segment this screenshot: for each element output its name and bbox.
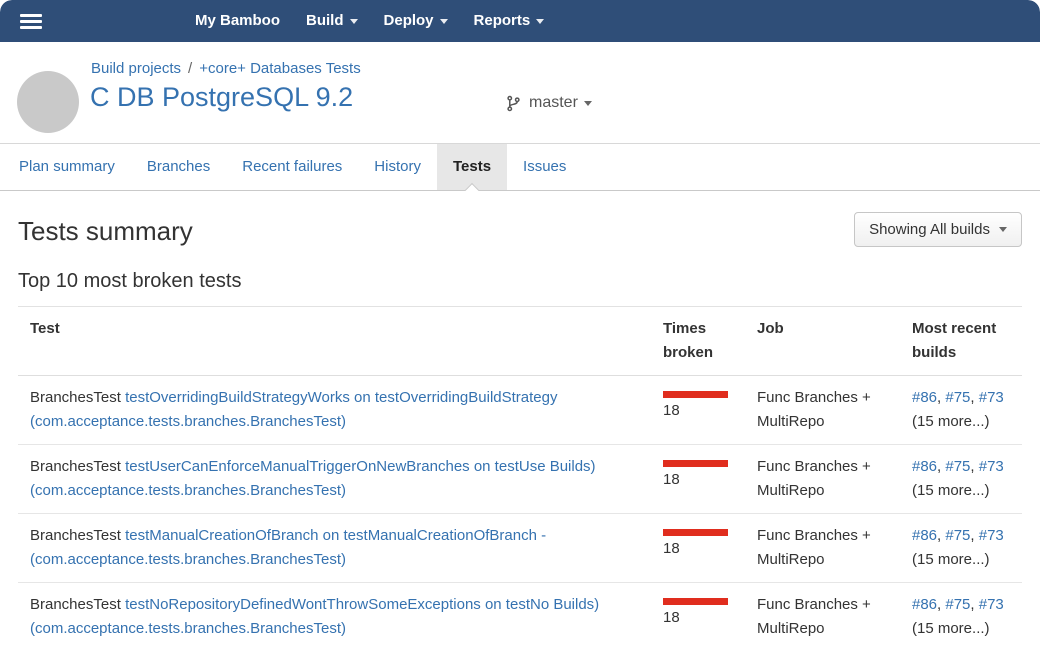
- build-link[interactable]: #86: [912, 389, 937, 406]
- more-builds-link[interactable]: (15 more...): [912, 551, 990, 568]
- test-class-name: BranchesTest: [30, 596, 121, 613]
- tab-label: Plan summary: [19, 158, 115, 175]
- build-link[interactable]: #86: [912, 596, 937, 613]
- times-broken-count: 18: [663, 606, 743, 630]
- nav-menu: My Bamboo Build Deploy Reports: [182, 0, 557, 42]
- breadcrumb-plan-link[interactable]: +core+ Databases Tests: [199, 60, 360, 77]
- times-broken-bar: [663, 529, 728, 536]
- column-header-test: Test: [30, 317, 663, 365]
- test-class-name: BranchesTest: [30, 527, 121, 544]
- chevron-down-icon: [999, 227, 1007, 232]
- nav-item-label: Reports: [474, 12, 531, 29]
- plan-avatar: [17, 71, 79, 133]
- column-header-job: Job: [757, 317, 912, 365]
- chevron-down-icon: [536, 19, 544, 24]
- table-row: BranchesTest testNoRepositoryDefinedWont…: [18, 583, 1022, 648]
- nav-item-reports[interactable]: Reports: [461, 0, 558, 42]
- build-link[interactable]: #75: [945, 596, 970, 613]
- nav-item-label: My Bamboo: [195, 12, 280, 29]
- table-row: BranchesTest testManualCreationOfBranch …: [18, 514, 1022, 583]
- tab-label: History: [374, 158, 421, 175]
- build-link-separator: ,: [970, 596, 978, 613]
- nav-item-deploy[interactable]: Deploy: [371, 0, 461, 42]
- table-header-row: Test Times broken Job Most recent builds: [18, 307, 1022, 376]
- tab-label: Recent failures: [242, 158, 342, 175]
- tab-label: Branches: [147, 158, 210, 175]
- branch-name: master: [529, 94, 578, 112]
- broken-tests-table: Test Times broken Job Most recent builds…: [18, 306, 1022, 648]
- tab-label: Tests: [453, 158, 491, 175]
- showing-builds-dropdown-button[interactable]: Showing All builds: [854, 212, 1022, 247]
- times-broken-count: 18: [663, 468, 743, 492]
- column-header-most-recent-builds: Most recent builds: [912, 317, 1022, 365]
- nav-item-my-bamboo[interactable]: My Bamboo: [182, 0, 293, 42]
- build-link-separator: ,: [970, 527, 978, 544]
- build-link[interactable]: #75: [945, 527, 970, 544]
- git-branch-icon: [505, 95, 522, 112]
- more-builds-link[interactable]: (15 more...): [912, 620, 990, 637]
- plan-tabs: Plan summary Branches Recent failures Hi…: [0, 143, 1040, 191]
- tab-issues[interactable]: Issues: [507, 144, 582, 190]
- build-link[interactable]: #75: [945, 389, 970, 406]
- build-link[interactable]: #73: [979, 596, 1004, 613]
- build-link[interactable]: #73: [979, 527, 1004, 544]
- job-name: Func Branches + MultiRepo: [757, 593, 912, 641]
- nav-item-label: Build: [306, 12, 344, 29]
- page-title: C DB PostgreSQL 9.2: [90, 82, 353, 113]
- breadcrumb-project-link[interactable]: Build projects: [91, 60, 181, 77]
- table-row: BranchesTest testUserCanEnforceManualTri…: [18, 445, 1022, 514]
- job-name: Func Branches + MultiRepo: [757, 386, 912, 434]
- chevron-down-icon: [584, 101, 592, 106]
- column-header-times-broken: Times broken: [663, 317, 757, 365]
- nav-item-label: Deploy: [384, 12, 434, 29]
- tab-branches[interactable]: Branches: [131, 144, 226, 190]
- breadcrumb: Build projects / +core+ Databases Tests: [91, 60, 361, 77]
- showing-builds-label: Showing All builds: [869, 221, 990, 238]
- build-link[interactable]: #86: [912, 458, 937, 475]
- times-broken-bar: [663, 598, 728, 605]
- job-name: Func Branches + MultiRepo: [757, 455, 912, 503]
- tab-label: Issues: [523, 158, 566, 175]
- build-link[interactable]: #75: [945, 458, 970, 475]
- times-broken-bar: [663, 391, 728, 398]
- times-broken-count: 18: [663, 399, 743, 423]
- tests-summary-content: Tests summary Showing All builds Top 10 …: [0, 212, 1040, 648]
- build-link[interactable]: #86: [912, 527, 937, 544]
- more-builds-link[interactable]: (15 more...): [912, 482, 990, 499]
- build-link-separator: ,: [970, 389, 978, 406]
- tab-recent-failures[interactable]: Recent failures: [226, 144, 358, 190]
- tab-history[interactable]: History: [358, 144, 437, 190]
- times-broken-bar: [663, 460, 728, 467]
- job-name: Func Branches + MultiRepo: [757, 524, 912, 572]
- branch-selector[interactable]: master: [505, 94, 592, 112]
- build-link[interactable]: #73: [979, 389, 1004, 406]
- test-class-name: BranchesTest: [30, 389, 121, 406]
- hamburger-menu-icon[interactable]: [20, 11, 42, 32]
- table-row: BranchesTest testOverridingBuildStrategy…: [18, 376, 1022, 445]
- build-link-separator: ,: [970, 458, 978, 475]
- test-class-name: BranchesTest: [30, 458, 121, 475]
- more-builds-link[interactable]: (15 more...): [912, 413, 990, 430]
- plan-header: Build projects / +core+ Databases Tests C …: [0, 42, 1040, 143]
- build-link[interactable]: #73: [979, 458, 1004, 475]
- chevron-down-icon: [350, 19, 358, 24]
- chevron-down-icon: [440, 19, 448, 24]
- top-navigation-bar: My Bamboo Build Deploy Reports: [0, 0, 1040, 42]
- broken-tests-section-title: Top 10 most broken tests: [18, 270, 1022, 293]
- tab-plan-summary[interactable]: Plan summary: [3, 144, 131, 190]
- breadcrumb-separator: /: [188, 60, 192, 77]
- times-broken-count: 18: [663, 537, 743, 561]
- tests-summary-heading: Tests summary: [18, 216, 193, 247]
- tab-tests[interactable]: Tests: [437, 144, 507, 190]
- nav-item-build[interactable]: Build: [293, 0, 371, 42]
- bamboo-page: My Bamboo Build Deploy Reports Build pro…: [0, 0, 1040, 648]
